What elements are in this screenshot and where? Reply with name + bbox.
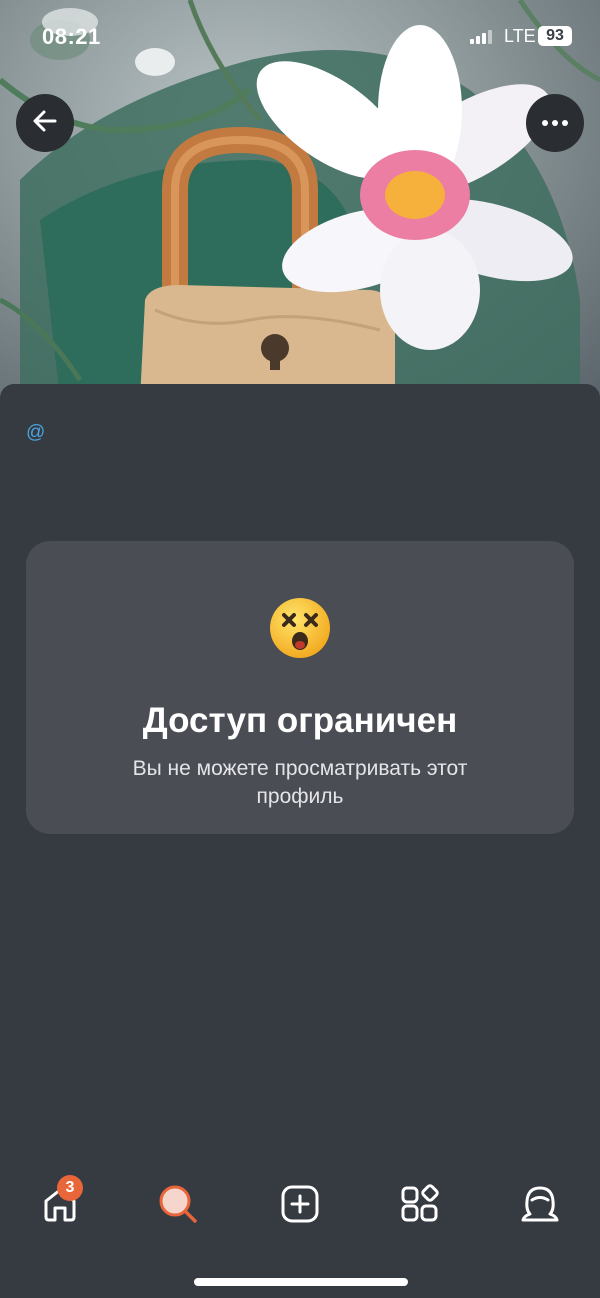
arrow-left-icon [31,107,59,140]
search-icon [157,1183,199,1230]
tab-search[interactable] [156,1184,200,1228]
profile-sheet: @ Доступ ограничен Вы не можете просматр… [0,384,600,1298]
tab-services[interactable] [398,1183,442,1229]
profile-icon [520,1184,560,1229]
more-options-button[interactable] [526,94,584,152]
battery-level: 93 [538,26,572,46]
back-button[interactable] [16,94,74,152]
profile-handle: @ [26,422,46,443]
access-restricted-card: Доступ ограничен Вы не можете просматрив… [26,541,574,834]
add-icon [280,1184,320,1229]
dizzy-face-emoji-icon [268,596,332,665]
more-dots-icon [541,114,569,132]
services-icon [400,1183,440,1229]
status-time: 08:21 [42,24,101,49]
tab-create[interactable] [278,1184,322,1228]
signal-icon [470,30,494,49]
profile-cover-image [0,0,600,400]
tab-profile[interactable] [518,1184,562,1228]
restricted-subtitle: Вы не можете просматривать этот профиль [132,757,468,808]
restricted-title: Доступ ограничен [142,701,458,740]
network-type: LTE [504,26,536,46]
home-indicator [194,1278,408,1286]
home-notification-badge: 3 [57,1175,83,1201]
bottom-tab-bar: 3 [0,1170,600,1250]
status-bar: 08:21 LTE 93 [0,18,600,58]
